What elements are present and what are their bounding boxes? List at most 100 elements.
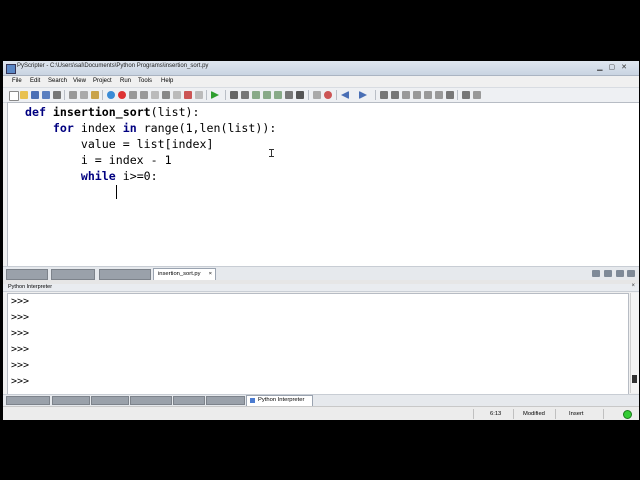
wrench-icon[interactable] [129, 91, 137, 99]
menu-edit[interactable]: Edit [30, 78, 40, 84]
keyword-for: for [25, 121, 74, 135]
status-separator [473, 409, 474, 419]
panel-tab[interactable] [52, 396, 90, 405]
close-icon[interactable]: × [631, 283, 635, 289]
code-text: index [73, 121, 123, 135]
menu-run[interactable]: Run [120, 78, 131, 84]
menu-tools[interactable]: Tools [138, 78, 152, 84]
tools-icon[interactable] [162, 91, 170, 99]
run-icon[interactable] [211, 91, 219, 99]
code-editor[interactable]: def insertion_sort(list): for index in r… [7, 102, 639, 285]
menu-view[interactable]: View [73, 78, 86, 84]
tab-nav-icon[interactable] [604, 270, 612, 277]
panel-tab[interactable] [130, 396, 172, 405]
hand-icon[interactable] [313, 91, 321, 99]
app-icon [6, 64, 16, 74]
print-icon[interactable] [53, 91, 61, 99]
back-icon[interactable] [341, 91, 349, 99]
window-title: PyScripter - C:\Users\sal\Documents\Pyth… [17, 63, 209, 69]
close-icon[interactable]: × [209, 271, 212, 277]
toolbar-separator [102, 90, 103, 100]
status-separator [513, 409, 514, 419]
editor-tab-bar: insertion_sort.py × [3, 266, 639, 281]
python-interpreter-console[interactable]: >>> >>> >>> >>> >>> >>> [7, 293, 629, 395]
check-syntax-icon[interactable] [184, 91, 192, 99]
console-prompt: >>> [11, 296, 30, 307]
pyscripter-window: PyScripter - C:\Users\sal\Documents\Pyth… [3, 61, 639, 420]
code-line-4: i = index - 1 [25, 153, 172, 167]
align-left-icon[interactable] [402, 91, 410, 99]
forward-icon[interactable] [359, 91, 367, 99]
step-over-icon[interactable] [263, 91, 271, 99]
file-tab[interactable] [99, 269, 151, 280]
python-icon [250, 398, 255, 403]
menu-file[interactable]: File [12, 78, 22, 84]
bookmark-next-icon[interactable] [391, 91, 399, 99]
find-icon[interactable] [140, 91, 148, 99]
menu-project[interactable]: Project [93, 78, 112, 84]
status-bar: 6:13 Modified Insert [3, 406, 639, 420]
menu-help[interactable]: Help [161, 78, 173, 84]
tab-list-icon[interactable] [592, 270, 600, 277]
keyword-def: def [25, 105, 46, 119]
toolbar-separator [457, 90, 458, 100]
code-line-2: for index in range(1,len(list)): [25, 120, 276, 136]
file-tab[interactable] [6, 269, 48, 280]
keyword-while: while [25, 169, 116, 183]
cursor-position: 6:13 [490, 411, 502, 417]
toolbar-separator [206, 90, 207, 100]
menu-search[interactable]: Search [48, 78, 67, 84]
file-tab[interactable] [51, 269, 95, 280]
pause-icon[interactable] [285, 91, 293, 99]
toolbar-separator [308, 90, 309, 100]
panel-tab[interactable] [206, 396, 245, 405]
panel-tab[interactable] [91, 396, 129, 405]
pilcrow-icon[interactable] [446, 91, 454, 99]
indent-icon[interactable] [173, 91, 181, 99]
bookmark-icon[interactable] [380, 91, 388, 99]
code-text: range(1,len(list)): [136, 121, 277, 135]
window-controls[interactable]: ▁▢✕ [597, 63, 633, 71]
scrollbar-thumb[interactable] [632, 375, 637, 383]
console-prompt: >>> [11, 344, 30, 355]
interpreter-header: Python Interpreter × [3, 283, 639, 292]
step-out-icon[interactable] [274, 91, 282, 99]
title-bar[interactable]: PyScripter - C:\Users\sal\Documents\Pyth… [3, 61, 639, 76]
breakpoint-icon[interactable] [324, 91, 332, 99]
copy-icon[interactable] [80, 91, 88, 99]
text-caret [116, 185, 117, 199]
list-icon[interactable] [424, 91, 432, 99]
split-icon[interactable] [473, 91, 481, 99]
status-separator [555, 409, 556, 419]
align-icon[interactable] [413, 91, 421, 99]
layout-icon[interactable] [462, 91, 470, 99]
save-icon[interactable] [31, 91, 39, 99]
modified-indicator: Modified [523, 411, 545, 417]
console-scrollbar[interactable] [630, 293, 639, 393]
console-prompt: >>> [11, 328, 30, 339]
tab-nav-icon[interactable] [616, 270, 624, 277]
console-prompt: >>> [11, 312, 30, 323]
tab-close-all-icon[interactable] [627, 270, 635, 277]
wordwrap-icon[interactable] [435, 91, 443, 99]
keyword-in: in [122, 121, 137, 135]
cut-icon[interactable] [69, 91, 77, 99]
panel-tab[interactable] [6, 396, 50, 405]
paste-icon[interactable] [91, 91, 99, 99]
browser-icon[interactable] [107, 91, 115, 99]
panel-tab[interactable] [173, 396, 205, 405]
run-to-cursor-icon[interactable] [241, 91, 249, 99]
comment-icon[interactable] [195, 91, 203, 99]
debug-icon[interactable] [230, 91, 238, 99]
new-file-icon[interactable] [9, 91, 19, 101]
abort-icon[interactable] [296, 91, 304, 99]
save-all-icon[interactable] [42, 91, 50, 99]
stop-icon[interactable] [118, 91, 126, 99]
replace-icon[interactable] [151, 91, 159, 99]
code-line-5: while i>=0: [25, 168, 158, 184]
console-prompt: >>> [11, 360, 30, 371]
mouse-ibeam-cursor [269, 149, 274, 157]
toolbar-separator [225, 90, 226, 100]
open-folder-icon[interactable] [20, 91, 28, 99]
step-into-icon[interactable] [252, 91, 260, 99]
